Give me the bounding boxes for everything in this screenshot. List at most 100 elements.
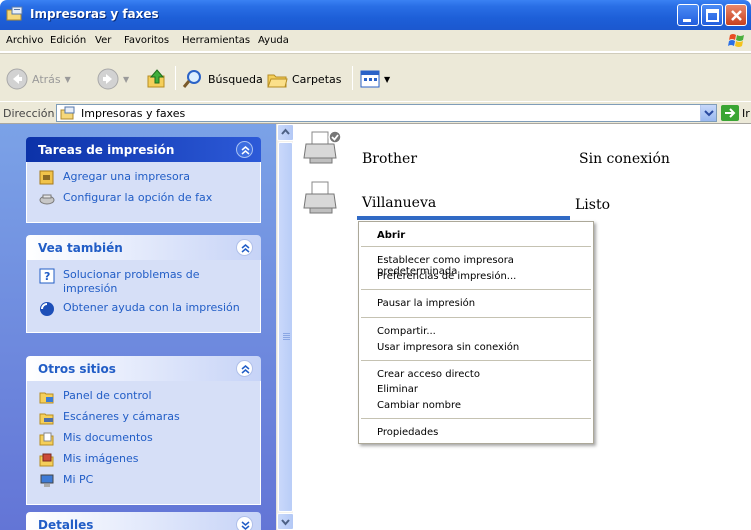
menu-favoritos[interactable]: Favoritos: [124, 35, 169, 46]
scanners-cameras-link[interactable]: Escáneres y cámaras: [39, 410, 252, 426]
menu-bar: Archivo Edición Ver Favoritos Herramient…: [0, 30, 751, 52]
forward-button[interactable]: ▼: [97, 66, 129, 92]
menu-item-open[interactable]: Abrir: [377, 230, 405, 241]
printing-help-link[interactable]: Obtener ayuda con la impresión: [39, 301, 252, 317]
close-button[interactable]: [725, 4, 747, 26]
up-folder-button[interactable]: [146, 66, 168, 92]
printer-offline-icon: [303, 130, 342, 164]
chevron-down-icon[interactable]: ▼: [384, 75, 390, 84]
other-places-header[interactable]: Otros sitios: [26, 356, 261, 381]
my-computer-link[interactable]: Mi PC: [39, 473, 252, 489]
print-tasks-body: Agregar una impresora Configurar la opci…: [26, 162, 261, 223]
menu-separator: [361, 360, 591, 361]
expand-chevron-icon[interactable]: [236, 516, 253, 530]
menu-item-use-offline[interactable]: Usar impresora sin conexión: [377, 342, 519, 353]
menu-separator: [361, 418, 591, 419]
search-icon: [182, 70, 201, 88]
search-label: Búsqueda: [208, 72, 263, 86]
scroll-down-button[interactable]: [277, 513, 294, 530]
selection-highlight: [357, 216, 570, 220]
panel-title: Otros sitios: [38, 362, 116, 376]
address-input[interactable]: Impresoras y faxes: [56, 104, 717, 122]
minimize-icon: [683, 19, 691, 22]
back-label: Atrás: [32, 72, 61, 86]
add-printer-link[interactable]: Agregar una impresora: [39, 170, 252, 186]
menu-item-pause[interactable]: Pausar la impresión: [377, 298, 475, 309]
control-panel-link[interactable]: Panel de control: [39, 389, 252, 405]
go-label[interactable]: Ir: [742, 107, 750, 120]
close-icon: [731, 10, 742, 21]
toolbar-separator: [352, 66, 353, 90]
chevron-up-icon: [281, 128, 290, 135]
menu-item-create-shortcut[interactable]: Crear acceso directo: [377, 369, 480, 380]
setup-fax-link[interactable]: Configurar la opción de fax: [39, 191, 252, 207]
menu-item-share[interactable]: Compartir...: [377, 326, 436, 337]
printer-folder-icon: [60, 106, 75, 120]
collapse-chevron-icon[interactable]: [236, 141, 253, 158]
toolbar-separator: [175, 66, 176, 90]
scanner-camera-icon: [39, 413, 54, 425]
folders-icon: [267, 74, 288, 88]
task-pane-scrollbar[interactable]: [276, 124, 294, 530]
back-arrow-icon: [6, 68, 28, 90]
menu-ver[interactable]: Ver: [95, 35, 111, 46]
forward-arrow-icon: [97, 68, 119, 90]
menu-item-preferences[interactable]: Preferencias de impresión...: [377, 271, 516, 282]
maximize-button[interactable]: [701, 4, 723, 26]
printer-name: Villanueva: [362, 195, 437, 211]
menu-item-rename[interactable]: Cambiar nombre: [377, 400, 461, 411]
title-bar[interactable]: Impresoras y faxes: [0, 0, 751, 30]
address-dropdown-button[interactable]: [700, 105, 716, 121]
menu-item-properties[interactable]: Propiedades: [377, 427, 438, 438]
address-label: Dirección: [3, 107, 55, 120]
address-bar: Dirección Impresoras y faxes Ir: [0, 101, 751, 124]
svg-text:?: ?: [44, 270, 50, 283]
printer-folder-icon: [6, 6, 23, 21]
maximize-icon: [706, 9, 719, 22]
search-button[interactable]: Búsqueda: [182, 66, 263, 92]
menu-separator: [361, 317, 591, 318]
print-tasks-header[interactable]: Tareas de impresión: [26, 137, 261, 162]
chevron-down-icon[interactable]: ▼: [123, 75, 129, 84]
task-pane: Tareas de impresión Agregar una impresor…: [0, 124, 276, 530]
menu-herramientas[interactable]: Herramientas: [182, 35, 250, 46]
menu-ayuda[interactable]: Ayuda: [258, 35, 289, 46]
context-menu: Abrir Establecer como impresora predeter…: [358, 221, 594, 444]
details-panel: Detalles: [26, 512, 261, 530]
print-tasks-panel: Tareas de impresión Agregar una impresor…: [26, 137, 261, 223]
folders-button[interactable]: Carpetas: [266, 66, 341, 92]
my-documents-link[interactable]: Mis documentos: [39, 431, 252, 447]
menu-item-delete[interactable]: Eliminar: [377, 384, 418, 395]
panel-title: Detalles: [38, 518, 94, 530]
see-also-header[interactable]: Vea también: [26, 235, 261, 260]
panel-title: Vea también: [38, 241, 123, 255]
my-documents-icon: [39, 432, 54, 446]
views-icon: [360, 70, 380, 88]
chevron-down-icon: [704, 110, 714, 117]
minimize-button[interactable]: [677, 4, 699, 26]
control-panel-icon: [39, 392, 54, 404]
my-pictures-link[interactable]: Mis imágenes: [39, 452, 252, 468]
printer-icon: [303, 181, 337, 214]
collapse-chevron-icon[interactable]: [236, 239, 253, 256]
views-button[interactable]: ▼: [360, 66, 390, 92]
chevron-down-icon: [281, 519, 290, 526]
help-circle-icon: [40, 302, 54, 316]
details-header[interactable]: Detalles: [26, 512, 261, 530]
menu-separator: [361, 289, 591, 290]
scroll-thumb[interactable]: [278, 142, 293, 512]
see-also-body: ? Solucionar problemas de impresión Obte…: [26, 260, 261, 333]
go-arrow-icon[interactable]: [721, 105, 739, 121]
windows-logo-icon: [728, 34, 744, 47]
other-places-body: Panel de control Escáneres y cámaras Mis…: [26, 381, 261, 505]
menu-edicion[interactable]: Edición: [50, 35, 86, 46]
collapse-chevron-icon[interactable]: [236, 360, 253, 377]
menu-archivo[interactable]: Archivo: [6, 35, 43, 46]
troubleshoot-printing-link[interactable]: ? Solucionar problemas de impresión: [39, 268, 252, 296]
back-button[interactable]: Atrás ▼: [6, 66, 71, 92]
chevron-down-icon[interactable]: ▼: [65, 75, 71, 84]
add-printer-icon: [39, 170, 54, 185]
see-also-panel: Vea también ? Solucionar problemas de im…: [26, 235, 261, 333]
scroll-up-button[interactable]: [277, 124, 294, 141]
toolbar: Atrás ▼ ▼ Búsqueda Carpetas ▼: [0, 53, 751, 101]
